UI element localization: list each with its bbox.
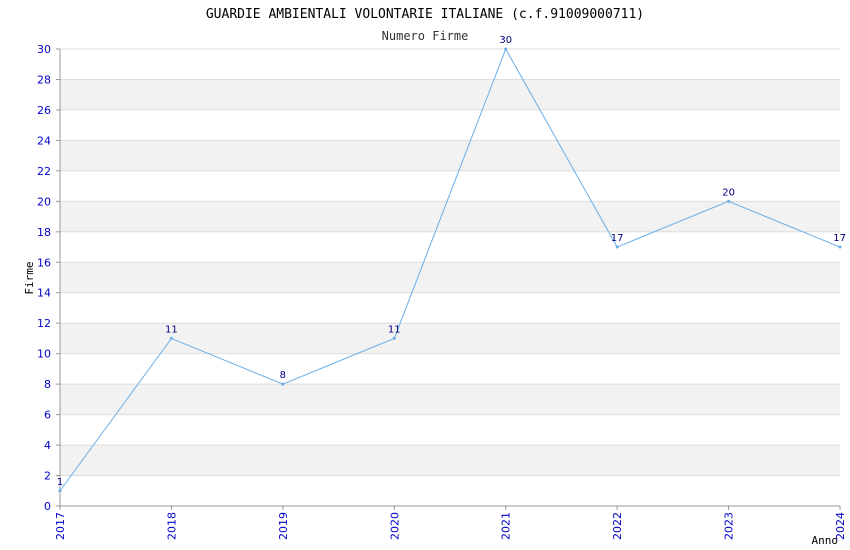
x-tick-label: 2019 bbox=[277, 512, 290, 540]
grid-band bbox=[60, 140, 840, 171]
data-label: 17 bbox=[833, 233, 846, 244]
x-tick-label: 2018 bbox=[165, 512, 178, 540]
x-axis-label: Anno bbox=[812, 534, 839, 547]
y-tick-label: 26 bbox=[37, 104, 51, 117]
background-bands bbox=[60, 79, 840, 476]
y-tick-label: 20 bbox=[37, 195, 51, 208]
grid-band bbox=[60, 445, 840, 476]
y-tick-label: 12 bbox=[37, 317, 51, 330]
y-tick-label: 0 bbox=[44, 500, 51, 513]
y-tick-label: 22 bbox=[37, 165, 51, 178]
y-tick-label: 4 bbox=[44, 439, 51, 452]
grid-band bbox=[60, 262, 840, 293]
y-tick-label: 8 bbox=[44, 378, 51, 391]
grid-band bbox=[60, 201, 840, 232]
grid-band bbox=[60, 79, 840, 110]
data-point bbox=[169, 336, 173, 340]
y-tick-label: 2 bbox=[44, 470, 51, 483]
data-point bbox=[392, 336, 396, 340]
data-label: 20 bbox=[722, 187, 735, 198]
data-label: 30 bbox=[499, 35, 512, 46]
x-tick-label: 2017 bbox=[54, 512, 67, 540]
line-chart: 024681012141618202224262830 2017 2018 2019… bbox=[23, 7, 847, 547]
chart-subtitle: Numero Firme bbox=[382, 29, 469, 43]
y-tick-label: 30 bbox=[37, 43, 51, 56]
data-point bbox=[615, 245, 619, 249]
data-point bbox=[58, 489, 62, 493]
y-tick-labels: 024681012141618202224262830 bbox=[37, 43, 51, 513]
x-tick-label: 2023 bbox=[723, 512, 736, 540]
data-label: 17 bbox=[611, 233, 624, 244]
y-tick-label: 16 bbox=[37, 256, 51, 269]
data-point bbox=[504, 47, 508, 51]
y-tick-label: 6 bbox=[44, 409, 51, 422]
data-label: 1 bbox=[57, 477, 63, 488]
x-tick-labels: 2017 2018 2019 2020 2021 2022 2023 2024 bbox=[54, 512, 847, 540]
x-tick-label: 2021 bbox=[500, 512, 513, 540]
data-label: 11 bbox=[165, 324, 178, 335]
grid-band bbox=[60, 384, 840, 415]
y-tick-label: 28 bbox=[37, 73, 51, 86]
y-tick-label: 10 bbox=[37, 348, 51, 361]
y-tick-label: 14 bbox=[37, 287, 51, 300]
data-label: 11 bbox=[388, 324, 401, 335]
data-label: 8 bbox=[280, 370, 286, 381]
chart-title: GUARDIE AMBIENTALI VOLONTARIE ITALIANE (… bbox=[206, 7, 644, 22]
x-tick-label: 2022 bbox=[611, 512, 624, 540]
data-point bbox=[838, 245, 842, 249]
data-point bbox=[727, 199, 731, 203]
y-axis-label: Firme bbox=[23, 261, 36, 294]
y-tick-label: 24 bbox=[37, 134, 51, 147]
data-point bbox=[281, 382, 285, 386]
y-tick-label: 18 bbox=[37, 226, 51, 239]
x-tick-label: 2020 bbox=[388, 512, 401, 540]
